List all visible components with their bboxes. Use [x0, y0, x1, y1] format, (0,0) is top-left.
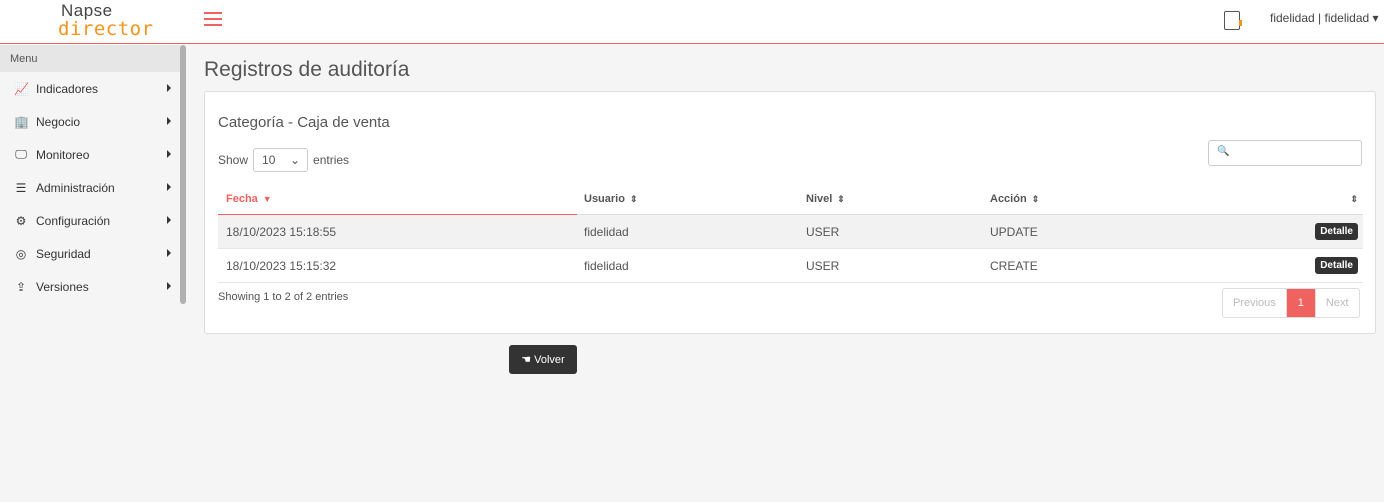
- sidebar-item-versiones[interactable]: ⇪ Versiones: [0, 270, 180, 303]
- column-header-usuario[interactable]: Usuario ⇕: [584, 193, 638, 205]
- sidebar-item-monitoreo[interactable]: 🖵 Monitoreo: [0, 138, 180, 171]
- detalle-button[interactable]: Detalle: [1315, 257, 1358, 274]
- sort-icon: ⇕: [837, 194, 845, 204]
- cell-accion: UPDATE: [990, 224, 1038, 239]
- cell-usuario: fidelidad: [584, 258, 629, 273]
- notes-icon[interactable]: [1224, 11, 1242, 30]
- caret-right-icon: [167, 183, 171, 191]
- sidebar-item-negocio[interactable]: 🏢 Negocio: [0, 105, 180, 138]
- column-header-fecha[interactable]: Fecha ▼: [226, 193, 272, 205]
- sidebar-item-label: Monitoreo: [36, 147, 90, 162]
- table-info: Showing 1 to 2 of 2 entries: [218, 291, 349, 303]
- chart-line-icon: 📈: [14, 81, 29, 96]
- top-bar: Napse director fidelidad | fidelidad ▾: [0, 0, 1384, 44]
- sidebar-item-label: Administración: [36, 180, 115, 195]
- caret-right-icon: [167, 216, 171, 224]
- table-row: 18/10/2023 15:18:55 fidelidad USER UPDAT…: [218, 215, 1363, 249]
- column-header-accion[interactable]: Acción ⇕: [990, 193, 1039, 205]
- upload-icon: ⇪: [15, 279, 27, 294]
- cell-fecha: 18/10/2023 15:15:32: [226, 258, 337, 273]
- menu-toggle-icon[interactable]: [204, 12, 222, 26]
- gears-icon: ⚙: [15, 213, 27, 228]
- card-title: Categoría - Caja de venta: [218, 114, 390, 131]
- cell-usuario: fidelidad: [584, 224, 629, 239]
- fingerprint-icon: ◎: [15, 246, 27, 261]
- pagination-next[interactable]: Next: [1314, 289, 1359, 317]
- sidebar-item-label: Configuración: [36, 213, 111, 228]
- column-header-actions[interactable]: ⇕: [1345, 193, 1358, 205]
- page-title: Registros de auditoría: [204, 58, 410, 81]
- user-menu[interactable]: fidelidad | fidelidad ▾: [1270, 11, 1379, 25]
- sort-desc-icon: ▼: [262, 194, 272, 204]
- table-row: 18/10/2023 15:15:32 fidelidad USER CREAT…: [218, 249, 1363, 283]
- sidebar-item-label: Negocio: [36, 114, 81, 129]
- sidebar-item-label: Indicadores: [36, 81, 99, 96]
- sidebar-item-seguridad[interactable]: ◎ Seguridad: [0, 237, 180, 270]
- building-icon: 🏢: [14, 114, 29, 129]
- cell-accion: CREATE: [990, 258, 1038, 273]
- back-button-label: Volver: [534, 353, 565, 366]
- sidebar-item-administracion[interactable]: ☰ Administración: [0, 171, 180, 204]
- audit-table: Fecha ▼ Usuario ⇕ Nivel ⇕ Acción ⇕ ⇕ 18/10/2…: [218, 184, 1363, 283]
- sidebar-scrollbar[interactable]: [180, 45, 186, 304]
- length-suffix: entries: [313, 153, 350, 167]
- cell-fecha: 18/10/2023 15:18:55: [226, 224, 337, 239]
- sort-icon: ⇕: [1031, 194, 1040, 204]
- pagination-page[interactable]: 1: [1286, 289, 1315, 317]
- list-icon: ☰: [15, 180, 27, 195]
- caret-right-icon: [167, 249, 171, 257]
- menu-header: Menu: [0, 45, 180, 72]
- sort-icon: ⇕: [1350, 194, 1358, 204]
- detalle-button[interactable]: Detalle: [1315, 223, 1358, 240]
- caret-right-icon: [167, 84, 171, 92]
- sidebar-item-configuracion[interactable]: ⚙ Configuración: [0, 204, 180, 237]
- cell-nivel: USER: [806, 258, 840, 273]
- hand-point-left-icon: ☚: [521, 354, 532, 366]
- caret-right-icon: [167, 150, 171, 158]
- app-logo[interactable]: Napse director: [58, 1, 154, 39]
- caret-right-icon: [167, 117, 171, 125]
- chevron-down-icon: ⌄: [289, 153, 301, 167]
- sidebar-item-label: Seguridad: [36, 246, 91, 261]
- entries-length-control: Show 10 ⌄ entries: [218, 148, 349, 172]
- cell-nivel: USER: [806, 224, 840, 239]
- logo-line2: director: [58, 18, 154, 40]
- caret-right-icon: [167, 282, 171, 290]
- back-button[interactable]: ☚ Volver: [509, 345, 577, 374]
- pagination-previous[interactable]: Previous: [1223, 289, 1287, 317]
- sort-icon: ⇕: [629, 194, 638, 204]
- table-header: Fecha ▼ Usuario ⇕ Nivel ⇕ Acción ⇕ ⇕: [218, 184, 1363, 215]
- entries-length-select[interactable]: 10 ⌄: [253, 148, 309, 172]
- length-prefix: Show: [218, 153, 249, 167]
- sidebar-item-indicadores[interactable]: 📈 Indicadores: [0, 72, 180, 105]
- sidebar: Menu 📈 Indicadores 🏢 Negocio 🖵 Monitoreo…: [0, 45, 180, 305]
- length-value: 10: [262, 153, 276, 167]
- audit-card: Categoría - Caja de venta Show 10 ⌄ entr…: [204, 91, 1376, 334]
- sidebar-item-label: Versiones: [36, 279, 89, 294]
- monitor-icon: 🖵: [15, 147, 27, 161]
- search-input[interactable]: 🔍: [1208, 140, 1362, 166]
- pagination: Previous 1 Next: [1222, 288, 1360, 318]
- column-header-nivel[interactable]: Nivel ⇕: [806, 193, 845, 205]
